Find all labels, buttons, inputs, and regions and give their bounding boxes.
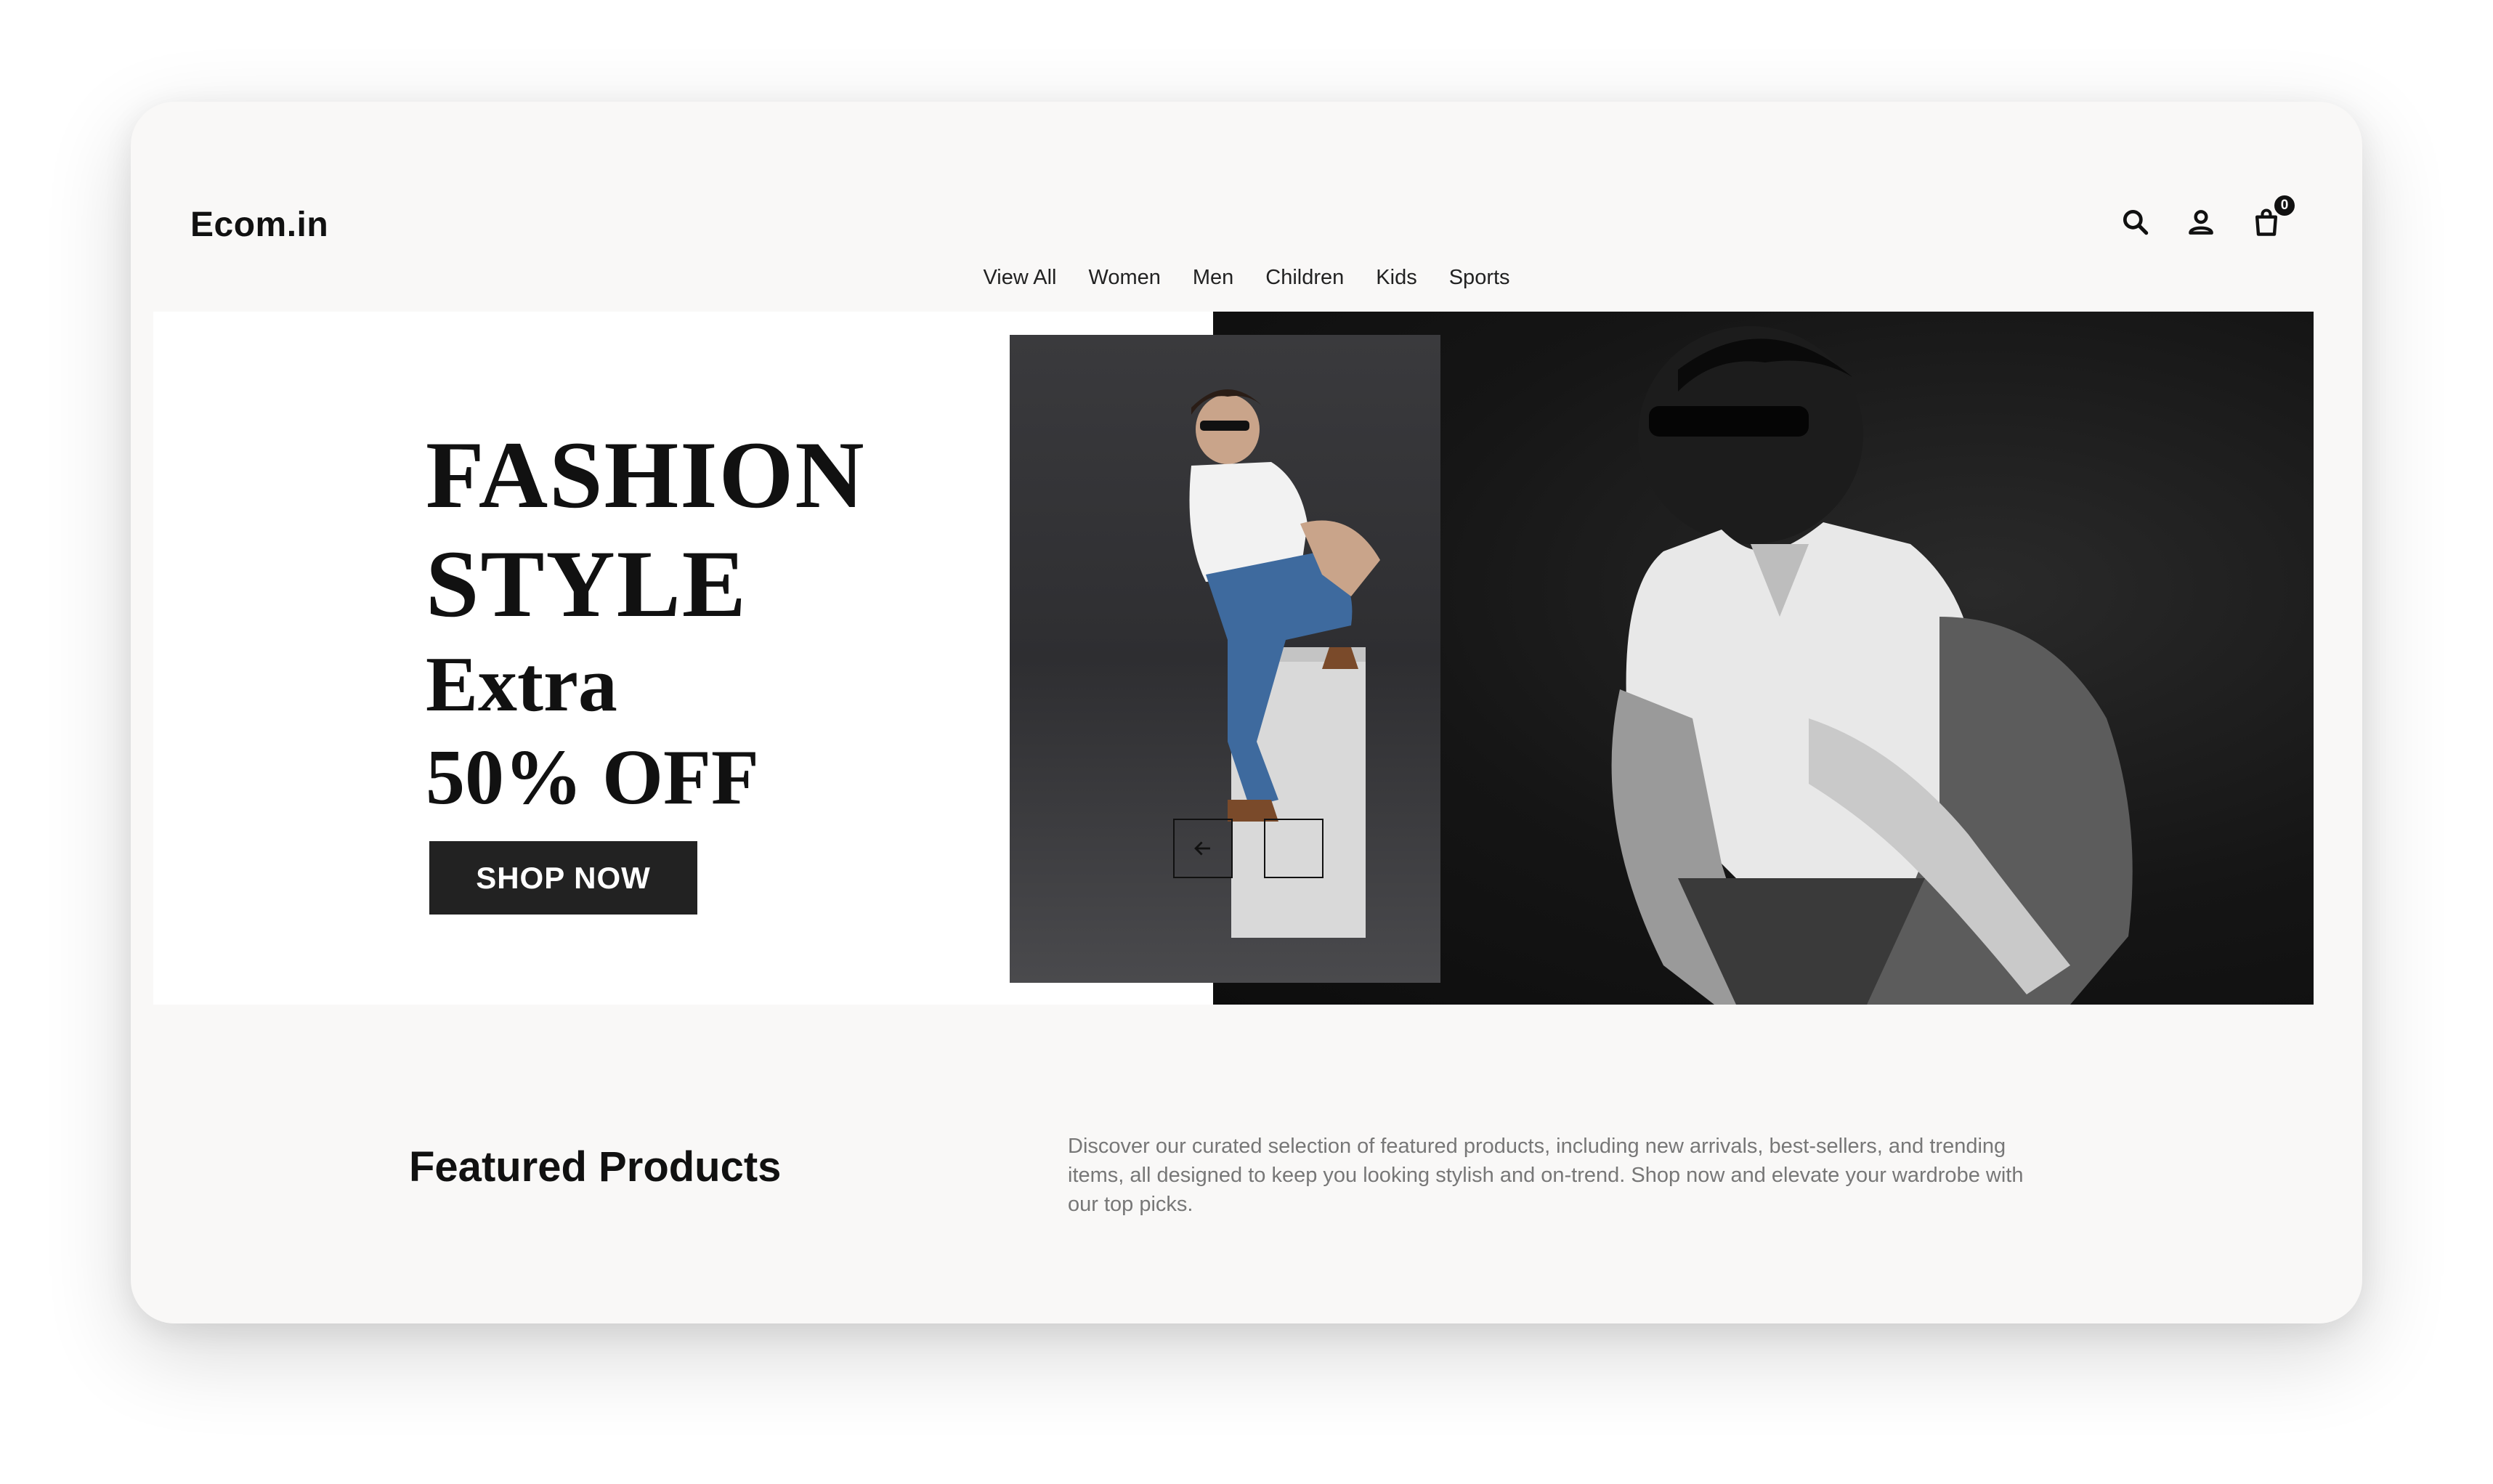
main-nav: View All Women Men Children Kids Sports bbox=[131, 266, 2362, 290]
nav-item-sports[interactable]: Sports bbox=[1449, 266, 1510, 290]
cart-button[interactable]: 0 bbox=[2250, 193, 2297, 238]
nav-item-children[interactable]: Children bbox=[1265, 266, 1344, 290]
slider-next-button[interactable] bbox=[1264, 819, 1323, 878]
site-logo[interactable]: Ecom.in bbox=[190, 205, 328, 245]
shop-now-button[interactable]: SHOP NOW bbox=[429, 841, 697, 915]
hero-title-line-1: FASHION bbox=[426, 421, 866, 528]
nav-item-kids[interactable]: Kids bbox=[1376, 266, 1416, 290]
arrow-right-icon bbox=[1281, 836, 1306, 861]
user-icon bbox=[2189, 210, 2213, 235]
hero-headline: FASHION STYLE Extra 50% OFF bbox=[426, 421, 866, 824]
nav-item-women[interactable]: Women bbox=[1088, 266, 1160, 290]
header-actions: 0 bbox=[2120, 193, 2297, 238]
browser-window: Ecom.in View All Women Men Children Kids… bbox=[131, 102, 2362, 1323]
hero-banner: FASHION STYLE Extra 50% OFF SHOP NOW bbox=[153, 312, 2314, 1005]
hero-discount: 50% OFF bbox=[426, 734, 759, 821]
search-button[interactable] bbox=[2120, 206, 2152, 238]
arrow-left-icon bbox=[1194, 841, 1210, 856]
cart-count-badge: 0 bbox=[2272, 193, 2297, 218]
hero-title-line-2: STYLE bbox=[426, 530, 747, 637]
slider-prev-button[interactable] bbox=[1173, 819, 1233, 878]
search-icon bbox=[2123, 209, 2149, 235]
featured-products-title: Featured Products bbox=[409, 1143, 782, 1191]
featured-products-description: Discover our curated selection of featur… bbox=[1068, 1135, 2024, 1216]
hero-thumbnail-image bbox=[1010, 335, 1440, 983]
nav-item-view-all[interactable]: View All bbox=[983, 266, 1056, 290]
account-button[interactable] bbox=[2185, 206, 2217, 238]
nav-item-men[interactable]: Men bbox=[1193, 266, 1233, 290]
hero-subtitle: Extra bbox=[426, 641, 617, 728]
